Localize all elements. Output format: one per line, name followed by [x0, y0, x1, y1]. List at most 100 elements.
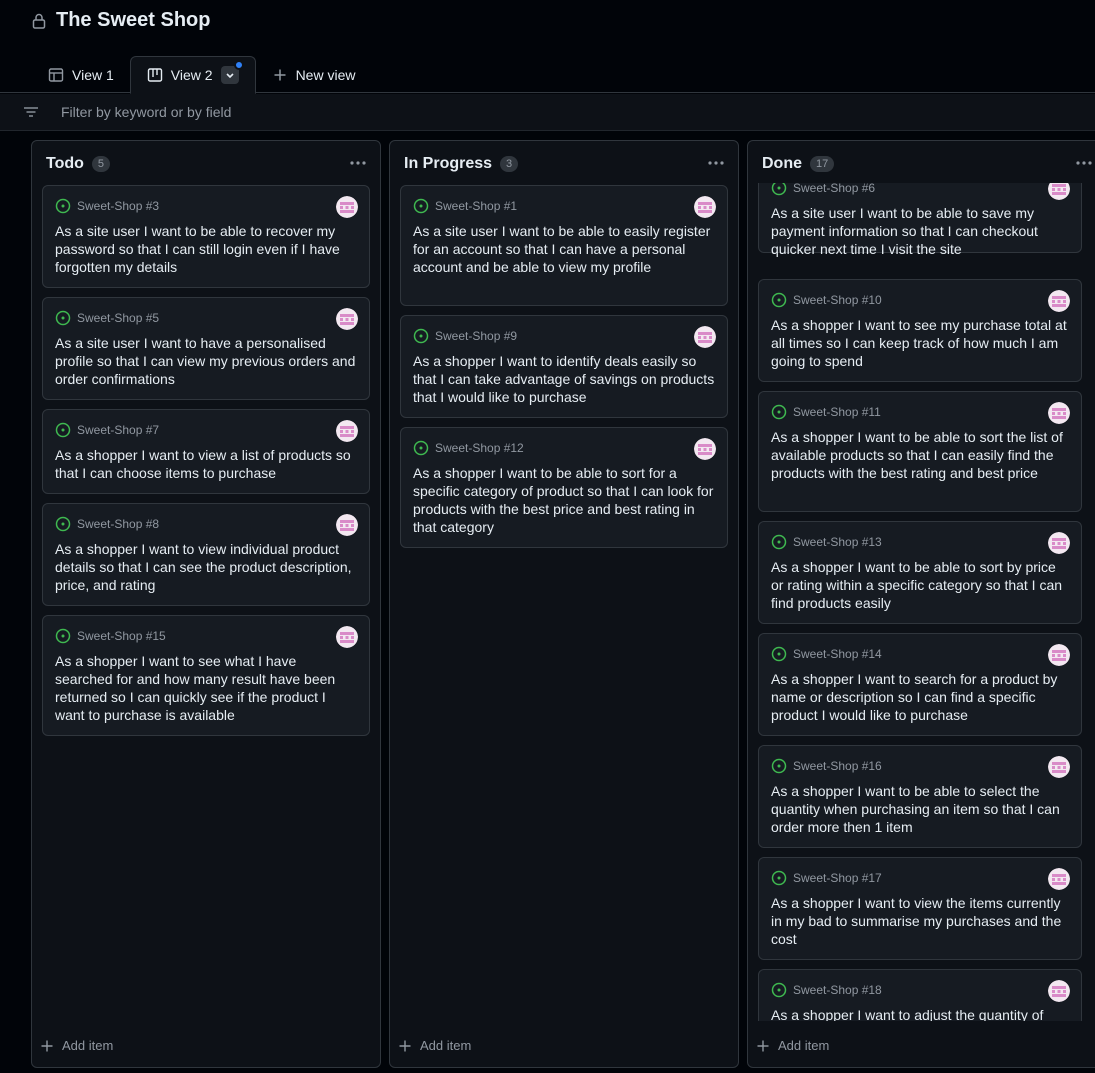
- issue-reference[interactable]: Sweet-Shop #9: [435, 329, 517, 343]
- issue-card[interactable]: Sweet-Shop #14 As a shopper I want to sea…: [758, 633, 1082, 736]
- issue-reference[interactable]: Sweet-Shop #6: [793, 183, 875, 195]
- issue-card[interactable]: Sweet-Shop #8 As a shopper I want to view…: [42, 503, 370, 606]
- view-options-button[interactable]: [220, 60, 244, 84]
- card-meta: Sweet-Shop #16: [771, 758, 1069, 774]
- issue-reference[interactable]: Sweet-Shop #10: [793, 293, 882, 307]
- add-item-button[interactable]: Add item: [40, 1038, 113, 1053]
- issue-reference[interactable]: Sweet-Shop #5: [77, 311, 159, 325]
- issue-title[interactable]: As a shopper I want to view individual p…: [55, 540, 357, 594]
- filter-input[interactable]: [61, 104, 661, 120]
- issue-title[interactable]: As a shopper I want to see my purchase t…: [771, 316, 1069, 370]
- issue-open-icon: [771, 404, 787, 420]
- unsaved-indicator: [233, 60, 244, 70]
- add-item-button[interactable]: Add item: [756, 1038, 829, 1053]
- issue-card[interactable]: Sweet-Shop #11 As a shopper I want to be …: [758, 391, 1082, 512]
- issue-title[interactable]: As a site user I want to be able to save…: [771, 204, 1069, 258]
- issue-reference[interactable]: Sweet-Shop #18: [793, 983, 882, 997]
- avatar-image: [1048, 402, 1070, 424]
- assignee-avatar[interactable]: [1048, 868, 1070, 890]
- issue-title[interactable]: As a shopper I want to be able to sort f…: [413, 464, 715, 536]
- assignee-avatar[interactable]: [1048, 756, 1070, 778]
- column-menu-icon[interactable]: [348, 155, 368, 171]
- issue-card[interactable]: Sweet-Shop #3 As a site user I want to be…: [42, 185, 370, 288]
- column-menu-icon[interactable]: [1074, 155, 1094, 171]
- issue-reference[interactable]: Sweet-Shop #13: [793, 535, 882, 549]
- issue-title[interactable]: As a shopper I want to view a list of pr…: [55, 446, 357, 482]
- tab-view-1[interactable]: View 1: [32, 56, 130, 93]
- new-view-button[interactable]: New view: [256, 56, 372, 93]
- issue-card[interactable]: Sweet-Shop #13 As a shopper I want to be …: [758, 521, 1082, 624]
- issue-reference[interactable]: Sweet-Shop #16: [793, 759, 882, 773]
- issue-card[interactable]: Sweet-Shop #10 As a shopper I want to see…: [758, 279, 1082, 382]
- assignee-avatar[interactable]: [694, 196, 716, 218]
- assignee-avatar[interactable]: [336, 308, 358, 330]
- issue-reference[interactable]: Sweet-Shop #12: [435, 441, 524, 455]
- assignee-avatar[interactable]: [1048, 183, 1070, 200]
- issue-card[interactable]: Sweet-Shop #12 As a shopper I want to be …: [400, 427, 728, 548]
- new-view-label: New view: [295, 66, 356, 83]
- card-meta: Sweet-Shop #9: [413, 328, 715, 344]
- issue-title[interactable]: As a shopper I want to be able to select…: [771, 782, 1069, 836]
- add-item-label: Add item: [62, 1038, 114, 1053]
- issue-title[interactable]: As a site user I want to be able to easi…: [413, 222, 715, 276]
- issue-title[interactable]: As a shopper I want to adjust the quanti…: [771, 1006, 1069, 1021]
- view-tabs: View 1 View 2 New view: [32, 56, 372, 94]
- issue-reference[interactable]: Sweet-Shop #11: [793, 405, 881, 419]
- assignee-avatar[interactable]: [1048, 290, 1070, 312]
- issue-card[interactable]: Sweet-Shop #17 As a shopper I want to vie…: [758, 857, 1082, 960]
- card-meta: Sweet-Shop #14: [771, 646, 1069, 662]
- issue-title[interactable]: As a shopper I want to be able to sort b…: [771, 558, 1069, 612]
- assignee-avatar[interactable]: [694, 326, 716, 348]
- issue-card[interactable]: Sweet-Shop #6 As a site user I want to be…: [758, 183, 1082, 257]
- issue-card[interactable]: Sweet-Shop #15 As a shopper I want to see…: [42, 615, 370, 736]
- issue-reference[interactable]: Sweet-Shop #3: [77, 199, 159, 213]
- issue-reference[interactable]: Sweet-Shop #17: [793, 871, 882, 885]
- issue-title[interactable]: As a shopper I want to search for a prod…: [771, 670, 1069, 724]
- avatar-image: [1048, 756, 1070, 778]
- issue-card[interactable]: Sweet-Shop #18 As a shopper I want to adj…: [758, 969, 1082, 1021]
- card-meta: Sweet-Shop #12: [413, 440, 715, 456]
- issue-reference[interactable]: Sweet-Shop #14: [793, 647, 882, 661]
- assignee-avatar[interactable]: [336, 626, 358, 648]
- issue-card[interactable]: Sweet-Shop #1 As a site user I want to be…: [400, 185, 728, 306]
- assignee-avatar[interactable]: [336, 420, 358, 442]
- issue-title[interactable]: As a shopper I want to see what I have s…: [55, 652, 357, 724]
- issue-open-icon: [771, 982, 787, 998]
- assignee-avatar[interactable]: [1048, 532, 1070, 554]
- assignee-avatar[interactable]: [1048, 644, 1070, 666]
- issue-title[interactable]: As a site user I want to have a personal…: [55, 334, 357, 388]
- assignee-avatar[interactable]: [336, 514, 358, 536]
- column-menu-icon[interactable]: [706, 155, 726, 171]
- issue-open-icon: [771, 646, 787, 662]
- issue-reference[interactable]: Sweet-Shop #7: [77, 423, 159, 437]
- issue-card[interactable]: Sweet-Shop #5 As a site user I want to ha…: [42, 297, 370, 400]
- tab-view-2[interactable]: View 2: [129, 56, 256, 94]
- issue-open-icon: [771, 758, 787, 774]
- assignee-avatar[interactable]: [694, 438, 716, 460]
- issue-title[interactable]: As a site user I want to be able to reco…: [55, 222, 357, 276]
- issue-title[interactable]: As a shopper I want to identify deals ea…: [413, 352, 715, 406]
- issue-reference[interactable]: Sweet-Shop #8: [77, 517, 159, 531]
- issue-reference[interactable]: Sweet-Shop #15: [77, 629, 166, 643]
- assignee-avatar[interactable]: [1048, 402, 1070, 424]
- issue-title[interactable]: As a shopper I want to view the items cu…: [771, 894, 1069, 948]
- issue-open-icon: [771, 870, 787, 886]
- add-item-button[interactable]: Add item: [398, 1038, 471, 1053]
- issue-open-icon: [771, 183, 787, 196]
- column-count-badge: 5: [91, 156, 111, 172]
- card-list: Sweet-Shop #3 As a site user I want to be…: [42, 183, 370, 1021]
- assignee-avatar[interactable]: [336, 196, 358, 218]
- card-meta: Sweet-Shop #5: [55, 310, 357, 326]
- issue-card[interactable]: Sweet-Shop #7 As a shopper I want to view…: [42, 409, 370, 494]
- card-meta: Sweet-Shop #18: [771, 982, 1069, 998]
- issue-reference[interactable]: Sweet-Shop #1: [435, 199, 517, 213]
- issue-card[interactable]: Sweet-Shop #9 As a shopper I want to iden…: [400, 315, 728, 418]
- table-icon: [48, 67, 64, 82]
- issue-card[interactable]: Sweet-Shop #16 As a shopper I want to be …: [758, 745, 1082, 848]
- card-list: Sweet-Shop #1 As a site user I want to be…: [400, 183, 728, 1021]
- card-meta: Sweet-Shop #17: [771, 870, 1069, 886]
- issue-title[interactable]: As a shopper I want to be able to sort t…: [771, 428, 1069, 482]
- filter-icon[interactable]: [23, 104, 39, 120]
- assignee-avatar[interactable]: [1048, 980, 1070, 1002]
- issue-open-icon: [413, 198, 429, 214]
